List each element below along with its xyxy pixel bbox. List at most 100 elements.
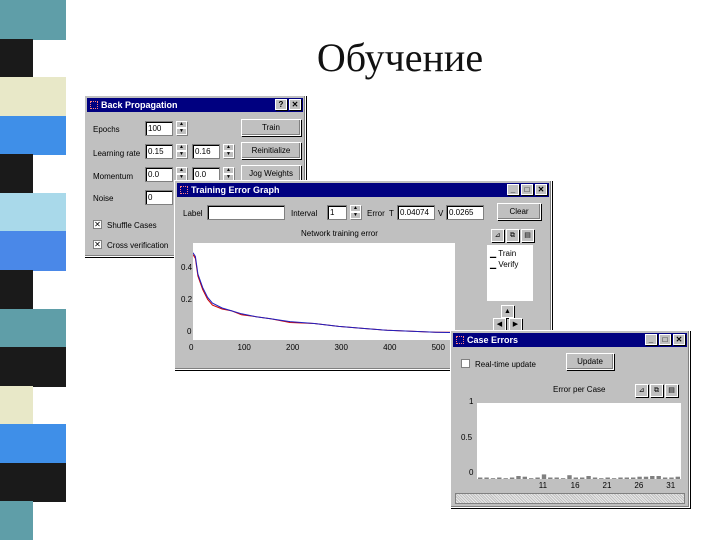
case-errors-chart [478, 474, 680, 479]
shuffle-cases-checkbox[interactable]: ✕ [93, 220, 102, 229]
case-bar [637, 476, 642, 479]
epochs-field[interactable]: 100 [145, 121, 173, 136]
ce-ytick: 0 [469, 468, 474, 477]
print-icon[interactable]: ▤ [521, 229, 534, 242]
stripe-block [0, 38, 33, 79]
ce-xtick: 26 [634, 481, 644, 490]
momentum-label: Momentum [93, 172, 134, 181]
case-bar [484, 477, 489, 479]
ce-xtick: 21 [602, 481, 612, 490]
realtime-update-checkbox[interactable] [461, 359, 470, 368]
close-icon[interactable]: ✕ [535, 184, 547, 195]
learning-rate-label: Learning rate [93, 149, 141, 158]
case-bar [592, 477, 598, 479]
case-errors-plot [477, 403, 681, 479]
copy-icon[interactable]: ⧉ [506, 229, 519, 242]
legend-train: ▁ Train [490, 249, 517, 258]
case-bar [509, 477, 515, 479]
close-icon[interactable]: ✕ [673, 334, 685, 345]
learning-rate-field-2[interactable]: 0.16 [192, 144, 220, 159]
case-bar [490, 478, 496, 479]
case-bar [586, 476, 591, 479]
cross-verification-label: Cross verification [107, 241, 169, 250]
stripe-block [0, 192, 66, 233]
noise-label: Noise [93, 194, 114, 203]
teg-title: Training Error Graph [191, 185, 280, 195]
help-button[interactable]: ? [275, 99, 287, 110]
learning-rate-field-1[interactable]: 0.15 [145, 144, 173, 159]
teg-ytick: 0.4 [181, 263, 193, 272]
teg-xtick: 100 [237, 343, 251, 352]
teg-xtick: 400 [383, 343, 397, 352]
scroll-up-icon[interactable]: ▲ [501, 305, 514, 318]
teg-titlebar[interactable]: Training Error Graph _ □ ✕ [177, 183, 549, 197]
teg-xtick: 500 [431, 343, 445, 352]
close-icon[interactable]: ✕ [289, 99, 301, 110]
case-bar [478, 477, 483, 479]
case-errors-window: Case Errors _ □ ✕ Real-time update Updat… [450, 330, 690, 508]
reinitialize-button[interactable]: Reinitialize [241, 142, 301, 159]
case-bar [560, 478, 566, 479]
case-bar [631, 477, 636, 479]
teg-xtick: 200 [286, 343, 300, 352]
print-icon[interactable]: ▤ [665, 384, 678, 397]
horizontal-scrollbar[interactable] [455, 493, 685, 504]
slide-title: Обучение [316, 35, 484, 80]
teg-xtick: 0 [189, 343, 194, 352]
ce-xtick: 31 [666, 481, 676, 490]
interval-label: Interval [291, 209, 318, 218]
teg-xtick: 300 [334, 343, 348, 352]
maximize-button[interactable]: □ [659, 334, 671, 345]
momentum-field-1[interactable]: 0.0 [145, 167, 173, 182]
stripe-block [0, 231, 66, 271]
stripe-block [0, 347, 66, 387]
update-button[interactable]: Update [566, 353, 614, 370]
ce-ytick: 1 [469, 397, 474, 406]
case-bar [656, 476, 661, 479]
legend-verify: ▁ Verify [490, 260, 519, 269]
case-bar [497, 477, 502, 479]
learning-rate-spinner-1[interactable]: ▲ ▼ [176, 144, 187, 159]
train-button[interactable]: Train [241, 119, 301, 136]
decorative-stripe [0, 0, 66, 540]
case-bar [573, 477, 578, 479]
t-error-field: 0.04074 [397, 205, 435, 220]
case-bar [650, 476, 655, 479]
bp-titlebar[interactable]: Back Propagation ? ✕ [87, 98, 303, 112]
ce-titlebar[interactable]: Case Errors _ □ ✕ [453, 333, 687, 347]
minimize-button[interactable]: _ [645, 334, 657, 345]
interval-field[interactable]: 1 [327, 205, 347, 220]
teg-ytick: 0 [187, 327, 192, 336]
case-bar [605, 477, 610, 479]
case-bar [529, 478, 534, 479]
stripe-block [0, 270, 33, 310]
ce-title: Case Errors [467, 335, 519, 345]
t-label: T [389, 209, 394, 218]
label-field[interactable] [207, 205, 285, 220]
clear-button[interactable]: Clear [497, 203, 541, 220]
training-error-chart [192, 252, 456, 334]
minimize-button[interactable]: _ [507, 184, 519, 195]
stripe-block [0, 424, 66, 464]
case-bar [554, 477, 559, 479]
learning-rate-spinner-2[interactable]: ▲ ▼ [223, 144, 234, 159]
noise-field[interactable]: 0 [145, 190, 173, 205]
case-bar [548, 477, 553, 479]
teg-chart-title: Network training error [301, 229, 378, 238]
app-icon [456, 336, 464, 344]
interval-spinner[interactable]: ▲ ▼ [350, 205, 361, 220]
realtime-update-label: Real-time update [475, 360, 536, 369]
chart-type-icon[interactable]: ⊿ [491, 229, 504, 242]
case-bar [643, 476, 649, 479]
v-error-field: 0.0265 [446, 205, 484, 220]
ce-xtick: 11 [538, 481, 548, 490]
series-line-verify [192, 252, 456, 334]
copy-icon[interactable]: ⧉ [650, 384, 663, 397]
chart-type-icon[interactable]: ⊿ [635, 384, 648, 397]
case-bar [522, 476, 527, 479]
cross-verification-checkbox[interactable]: ✕ [93, 240, 102, 249]
training-error-plot [192, 243, 456, 340]
epochs-spinner[interactable]: ▲ ▼ [176, 121, 187, 136]
maximize-button[interactable]: □ [521, 184, 533, 195]
ce-xtick: 16 [570, 481, 580, 490]
